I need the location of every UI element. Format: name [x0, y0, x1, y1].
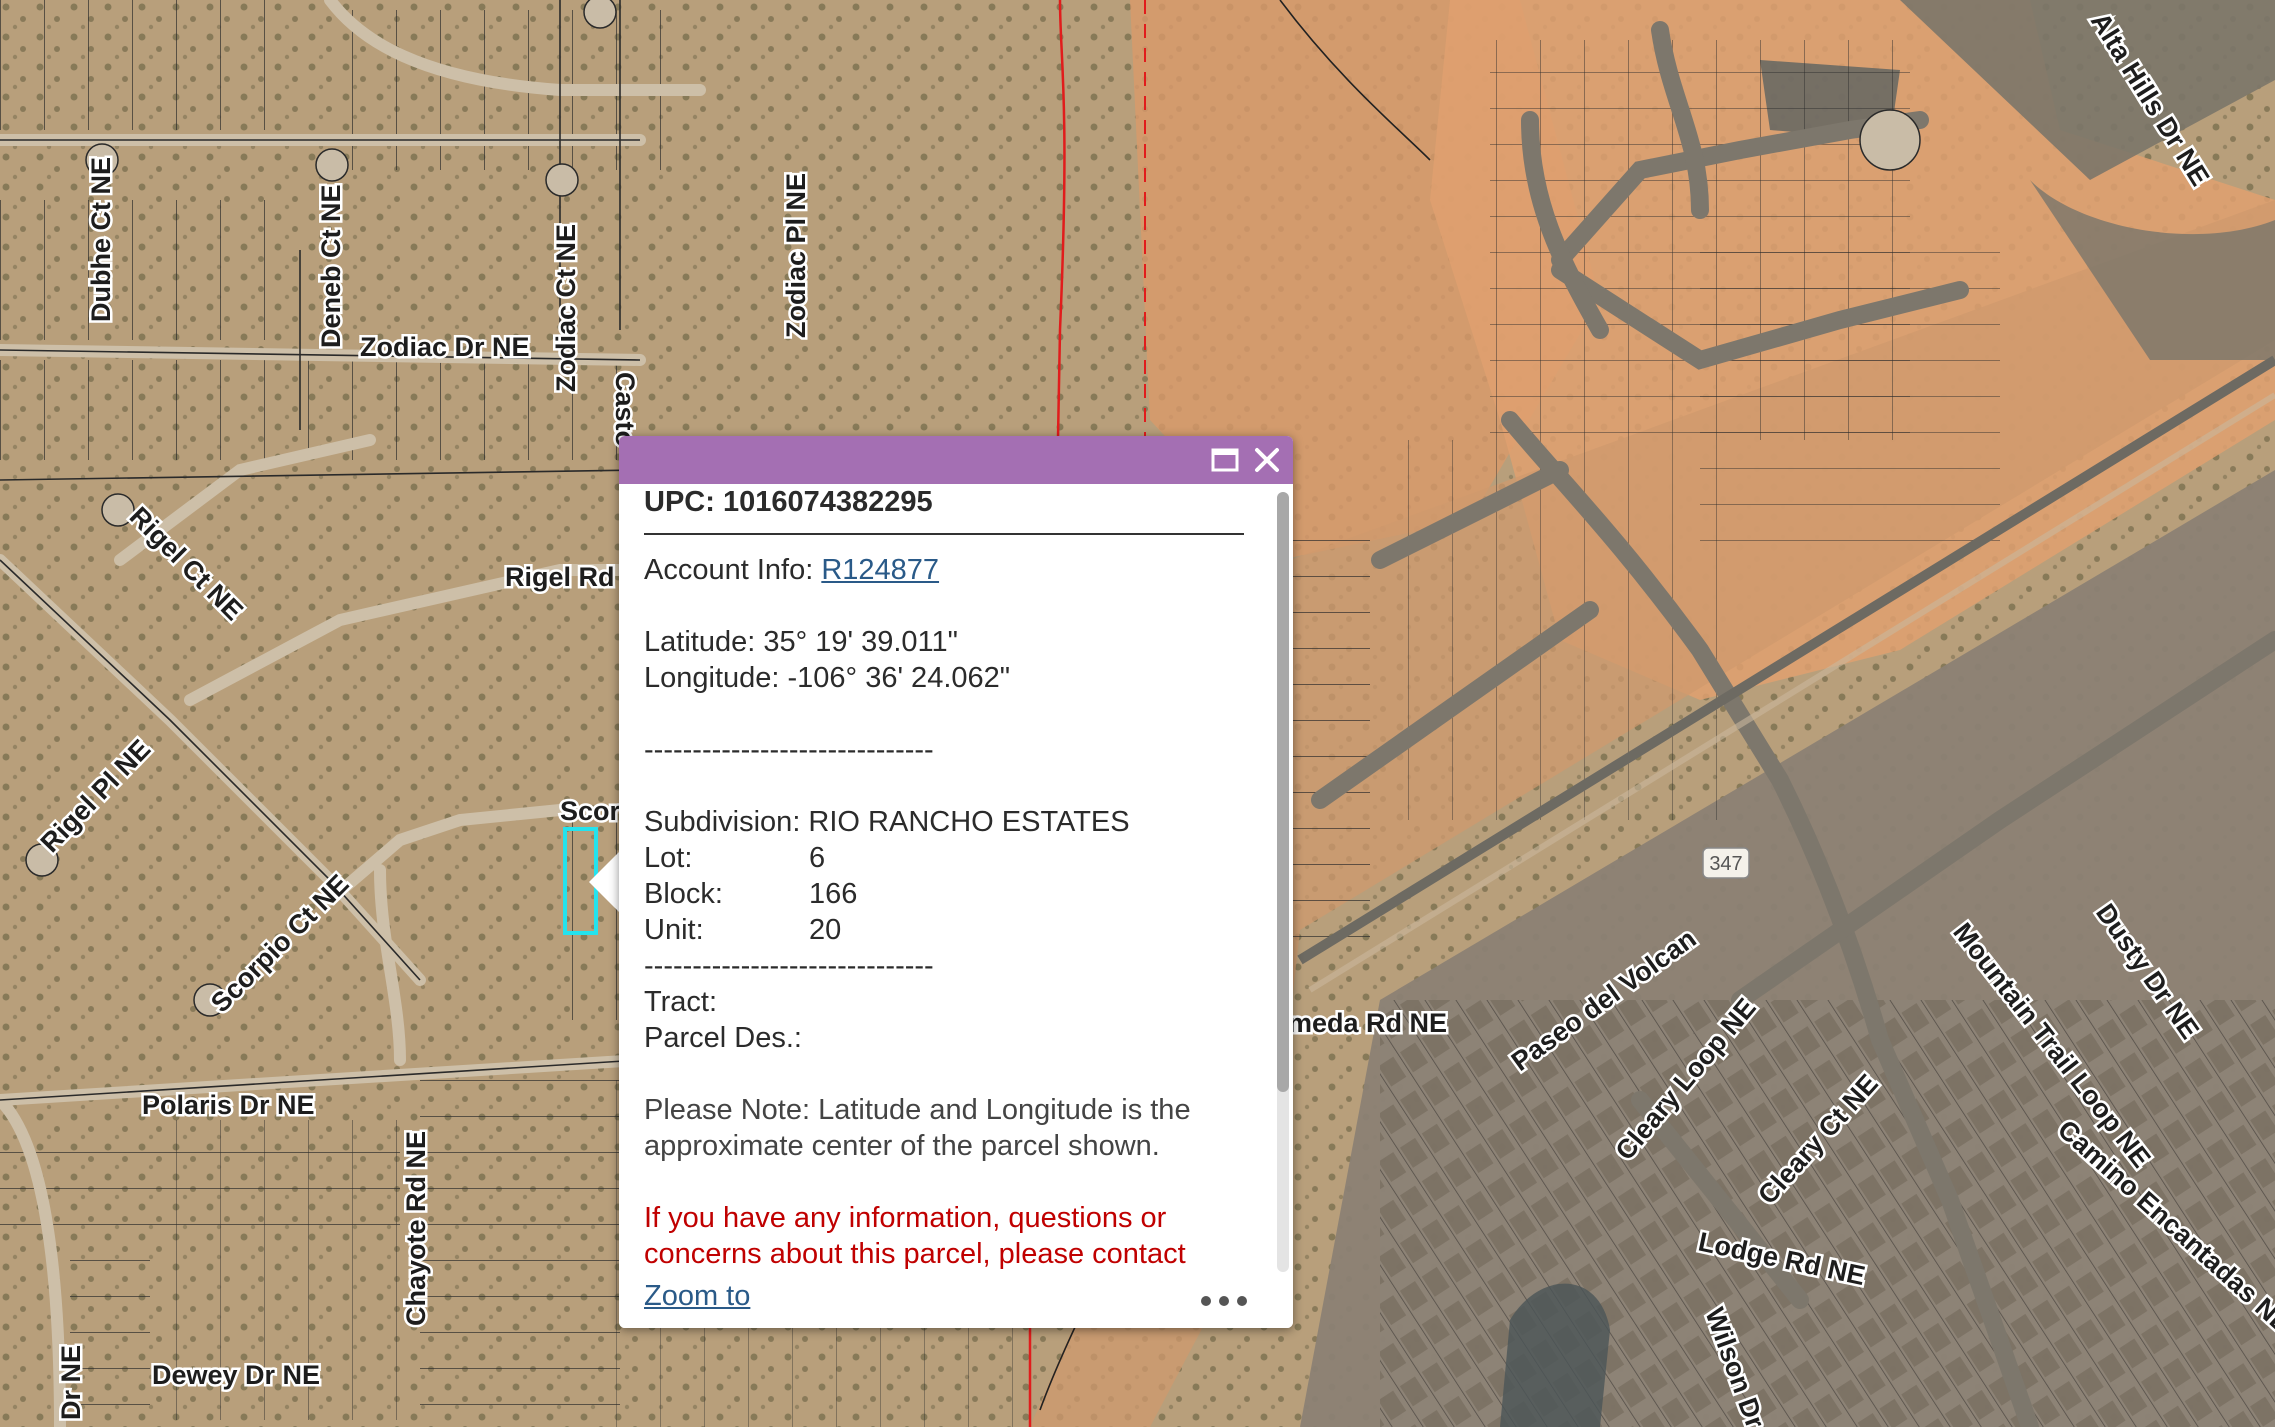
- popup-header: [619, 436, 1293, 484]
- popup-scrollbar[interactable]: [1277, 492, 1289, 1272]
- unit-label: Unit:: [644, 914, 704, 946]
- contact-warning: If you have any information, questions o…: [644, 1202, 1186, 1270]
- latitude: Latitude: 35° 19' 39.011": [644, 626, 958, 658]
- separator: ------------------------------: [644, 950, 934, 982]
- popup-footer: Zoom to: [619, 1274, 1293, 1328]
- lot-label: Lot:: [644, 842, 693, 874]
- maximize-button[interactable]: [1207, 442, 1243, 478]
- close-button[interactable]: [1249, 442, 1285, 478]
- parcel-description: Parcel Des.:: [644, 1022, 802, 1054]
- road-label: Chayote Rd NE: [401, 1131, 431, 1326]
- lot-value: 6: [809, 842, 826, 874]
- popup-content: UPC: 1016074382295 Account Info: R124877…: [644, 484, 1259, 1274]
- route-347-label: 347: [1709, 853, 1742, 875]
- account-label: Account Info:: [644, 554, 822, 586]
- tract: Tract:: [644, 986, 718, 1018]
- parcel-popup: UPC: 1016074382295 Account Info: R124877…: [619, 436, 1293, 1328]
- close-icon: [1255, 448, 1279, 472]
- more-actions-button[interactable]: [1197, 1288, 1251, 1314]
- subdivision: Subdivision: RIO RANCHO ESTATES: [644, 806, 1130, 838]
- popup-title: UPC: 1016074382295: [644, 484, 1244, 535]
- popup-pointer: [589, 852, 619, 912]
- road-label: Dewey Dr NE: [152, 1360, 320, 1390]
- road-label: Dubhe Ct NE: [86, 157, 116, 322]
- road-label: Polaris Dr NE: [142, 1090, 315, 1120]
- block-row: Block: 166: [644, 876, 1259, 912]
- longitude: Longitude: -106° 36' 24.062": [644, 662, 1011, 694]
- account-info: Account Info: R124877: [644, 552, 1259, 588]
- unit-value: 20: [809, 914, 842, 946]
- road-label: Scor: [560, 796, 621, 826]
- block-value: 166: [809, 878, 858, 910]
- road-label: Zodiac Dr NE: [360, 332, 530, 362]
- separator: ------------------------------: [644, 734, 934, 766]
- road-label: Deneb Ct NE: [316, 184, 346, 348]
- lot-row: Lot: 6: [644, 840, 1259, 876]
- ellipsis-icon: [1201, 1296, 1247, 1306]
- maximize-icon: [1211, 448, 1239, 472]
- road-label: Zodiac Pl NE: [781, 173, 811, 338]
- road-label: meda Rd NE: [1288, 1008, 1447, 1038]
- scrollbar-thumb[interactable]: [1277, 492, 1289, 1092]
- route-347-shield: 347: [1702, 847, 1750, 879]
- road-label: Rigel Rd: [505, 562, 615, 592]
- account-link[interactable]: R124877: [821, 554, 939, 586]
- block-label: Block:: [644, 878, 723, 910]
- unit-row: Unit: 20: [644, 912, 1259, 948]
- road-label: Zodiac Ct NE: [551, 224, 581, 392]
- coordinate-note: Please Note: Latitude and Longitude is t…: [644, 1094, 1191, 1162]
- zoom-to-link[interactable]: Zoom to: [644, 1280, 750, 1313]
- road-label: Dr NE: [56, 1345, 86, 1420]
